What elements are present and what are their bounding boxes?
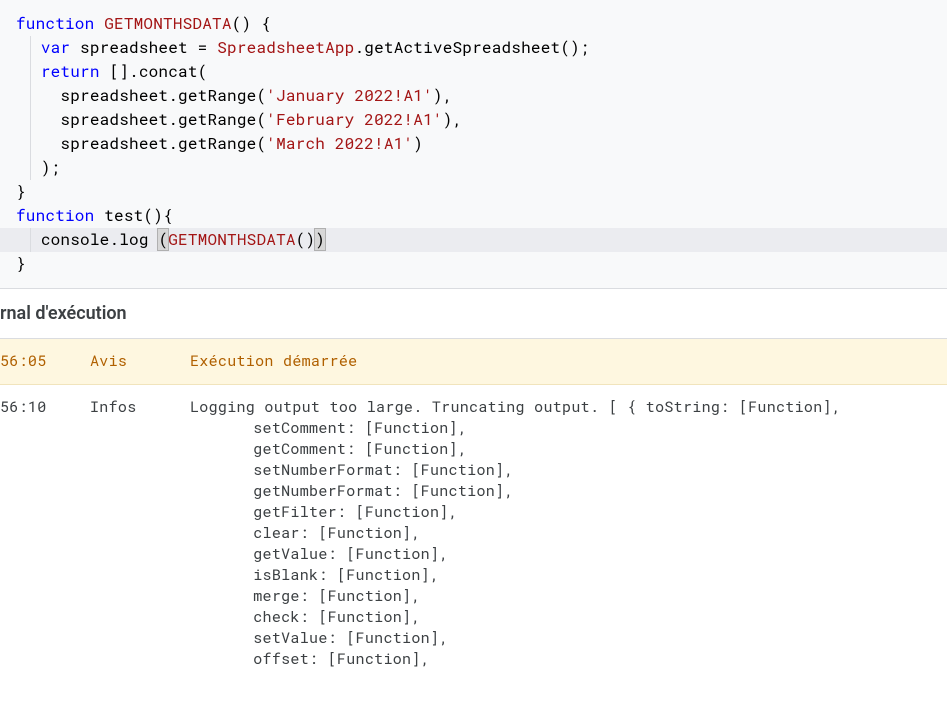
execution-log-panel: rnal d'exécution 56:05AvisExécution déma… [0, 289, 947, 682]
code-token: function [16, 13, 104, 34]
code-token: spreadsheet = [70, 37, 217, 58]
code-line[interactable]: return [].concat( [0, 60, 947, 84]
code-line[interactable]: function GETMONTHSDATA() { [0, 12, 947, 36]
log-row: 56:05AvisExécution démarrée [0, 339, 947, 385]
code-token: () { [232, 13, 271, 34]
code-line[interactable]: var spreadsheet = SpreadsheetApp.getActi… [0, 36, 947, 60]
code-token: } [16, 181, 26, 202]
code-token: .getActiveSpreadsheet(); [354, 37, 589, 58]
code-line[interactable]: spreadsheet.getRange('March 2022!A1') [0, 132, 947, 156]
code-line[interactable]: spreadsheet.getRange('January 2022!A1'), [0, 84, 947, 108]
code-line[interactable]: ); [0, 156, 947, 180]
code-token: ), [443, 109, 463, 130]
execution-log-body: 56:05AvisExécution démarrée56:10InfosLog… [0, 339, 947, 682]
code-token: GETMONTHSDATA [104, 13, 231, 34]
code-token: SpreadsheetApp [217, 37, 354, 58]
log-message: Logging output too large. Truncating out… [190, 397, 947, 670]
log-level: Infos [90, 397, 190, 417]
code-token: 'March 2022!A1' [266, 133, 413, 154]
code-token: ( [158, 229, 168, 250]
code-token: () [296, 229, 316, 250]
code-line[interactable]: spreadsheet.getRange('February 2022!A1')… [0, 108, 947, 132]
log-message: Exécution démarrée [190, 351, 947, 372]
code-line[interactable]: console.log (GETMONTHSDATA()) [0, 228, 947, 252]
code-token: spreadsheet.getRange( [60, 85, 266, 106]
log-level: Avis [90, 351, 190, 371]
log-row: 56:10InfosLogging output too large. Trun… [0, 385, 947, 682]
code-token: test(){ [104, 205, 173, 226]
code-token: GETMONTHSDATA [168, 229, 295, 250]
code-line[interactable]: } [0, 252, 947, 276]
code-token: function [16, 205, 104, 226]
code-token: ) [413, 133, 423, 154]
code-token: spreadsheet.getRange( [60, 109, 266, 130]
code-token: ); [41, 157, 61, 178]
code-token: console.log [41, 229, 159, 250]
code-token: ), [433, 85, 453, 106]
code-token: ) [315, 229, 325, 250]
code-token: [].concat( [100, 61, 208, 82]
execution-log-title: rnal d'exécution [0, 289, 947, 339]
code-line[interactable]: } [0, 180, 947, 204]
code-token: 'February 2022!A1' [266, 109, 442, 130]
code-token: spreadsheet.getRange( [60, 133, 266, 154]
code-token: return [41, 61, 100, 82]
log-time: 56:10 [0, 397, 90, 417]
code-token: } [16, 253, 26, 274]
log-time: 56:05 [0, 351, 90, 371]
code-token: 'January 2022!A1' [266, 85, 433, 106]
code-token: var [41, 37, 70, 58]
code-line[interactable]: function test(){ [0, 204, 947, 228]
code-editor[interactable]: function GETMONTHSDATA() { var spreadshe… [0, 0, 947, 289]
